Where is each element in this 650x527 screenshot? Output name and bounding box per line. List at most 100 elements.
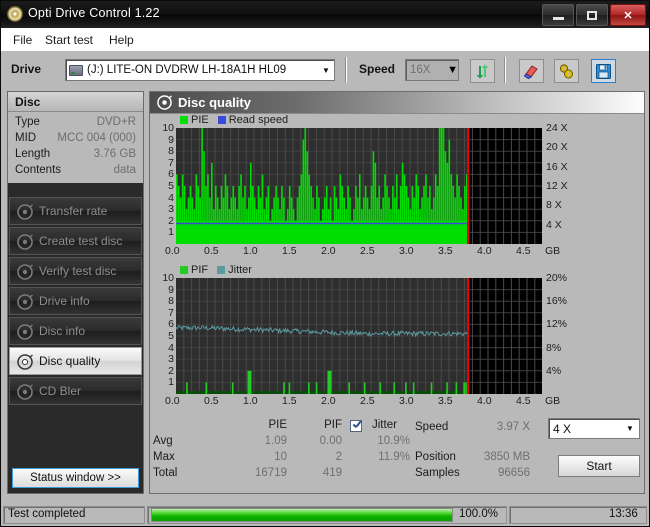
stats-speed-value: 3.97 X xyxy=(496,421,530,433)
test-speed-select[interactable]: 4 X ▼ xyxy=(548,418,640,439)
tools-button[interactable] xyxy=(554,59,579,83)
y-tick: 6 xyxy=(168,168,174,181)
drive-select[interactable]: (J:) LITE-ON DVDRW LH-18A1H HL09 ▼ xyxy=(65,59,335,81)
y2-tick: 8% xyxy=(546,341,562,354)
menu-bar: File Start test Help xyxy=(1,28,649,52)
sidebar-item-cd-bler[interactable]: CD Bler xyxy=(9,377,142,405)
sidebar-nav: Transfer rate Create test disc Verify te… xyxy=(8,197,143,407)
disc-quality-panel: Disc quality PIE Read speed 10 9 8 7 6 5… xyxy=(149,91,645,494)
erase-button[interactable] xyxy=(519,59,544,83)
y-tick: 1 xyxy=(168,226,174,239)
y-tick: 9 xyxy=(168,283,174,296)
chart2-svg xyxy=(176,278,542,394)
stats-row-label-max: Max xyxy=(153,451,175,463)
y-tick: 2 xyxy=(168,364,174,377)
y2-tick: 16 X xyxy=(546,160,568,173)
x-tick: 1.0 xyxy=(243,395,258,407)
maximize-button[interactable] xyxy=(576,4,608,26)
minimize-icon xyxy=(552,16,564,20)
y2-tick: 20% xyxy=(546,272,568,284)
disc-info-key: Type xyxy=(15,116,40,128)
status-window-button[interactable]: Status window >> xyxy=(12,468,139,488)
start-button[interactable]: Start xyxy=(558,455,640,477)
jitter-checkbox[interactable] xyxy=(350,420,362,432)
sidebar-item-disc-info[interactable]: Disc info xyxy=(9,317,142,345)
disc-icon xyxy=(7,6,23,22)
speed-select-value: 16X xyxy=(410,64,431,76)
progress-percent: 100.0% xyxy=(459,508,499,520)
window-controls: ✕ xyxy=(542,4,646,26)
x-tick: 3.0 xyxy=(399,395,414,407)
stats-speed-label: Speed xyxy=(415,421,449,433)
chart2-plot-area[interactable] xyxy=(176,278,542,394)
sidebar-item-transfer-rate[interactable]: Transfer rate xyxy=(9,197,142,225)
disc-info-row-length: Length 3.76 GB xyxy=(8,147,143,163)
disc-icon xyxy=(17,294,33,310)
stats-jitter-max: 11.9% xyxy=(378,451,410,463)
legend-swatch-pif xyxy=(180,266,188,274)
toolbar: Drive (J:) LITE-ON DVDRW LH-18A1H HL09 ▼… xyxy=(1,51,649,89)
y2-tick: 4 X xyxy=(546,218,562,231)
speed-select[interactable]: 16X ▼ xyxy=(405,59,459,81)
chart2-y2-axis: 20% 16% 12% 8% 4% xyxy=(546,273,586,396)
x-tick: 0.5 xyxy=(204,395,219,407)
floppy-save-icon xyxy=(596,63,611,79)
app-window: Opti Drive Control 1.22 ✕ File Start tes… xyxy=(0,0,650,527)
y2-tick: 24 X xyxy=(546,122,568,134)
stats-samples-label: Samples xyxy=(415,467,460,479)
x-tick: 3.0 xyxy=(399,245,414,257)
drive-select-value: (J:) LITE-ON DVDRW LH-18A1H HL09 xyxy=(87,64,287,76)
y2-tick: 16% xyxy=(546,295,568,308)
legend-label-jitter: Jitter xyxy=(228,264,252,276)
y-tick: 10 xyxy=(162,122,174,134)
x-tick: 1.5 xyxy=(282,395,297,407)
toolbar-separator-2 xyxy=(504,57,506,83)
y-tick: 3 xyxy=(168,203,174,216)
disc-icon xyxy=(17,234,33,250)
disc-icon xyxy=(157,95,172,110)
menu-start-test[interactable]: Start test xyxy=(41,32,97,48)
menu-file[interactable]: File xyxy=(9,32,36,48)
sidebar-item-disc-quality[interactable]: Disc quality xyxy=(9,347,142,375)
disc-info-list: Type DVD+R MID MCC 004 (000) Length 3.76… xyxy=(8,112,143,183)
status-bar: Test completed 100.0% 13:36 xyxy=(1,504,649,526)
disc-icon xyxy=(17,204,33,220)
disc-section-title: Disc xyxy=(15,95,41,109)
disc-icon xyxy=(17,324,33,340)
save-button[interactable] xyxy=(591,59,616,83)
legend-label-pif: PIF xyxy=(191,264,209,276)
x-tick: 0.0 xyxy=(165,395,180,407)
sidebar-item-label: Disc quality xyxy=(39,354,101,368)
y-tick: 8 xyxy=(168,295,174,308)
stats-pie-total: 16719 xyxy=(255,467,287,479)
disc-info-value: MCC 004 (000) xyxy=(57,132,136,144)
title-bar: Opti Drive Control 1.22 ✕ xyxy=(1,1,649,29)
menu-help[interactable]: Help xyxy=(105,32,138,48)
close-button[interactable]: ✕ xyxy=(610,4,646,26)
y-tick: 6 xyxy=(168,318,174,331)
stats-row-label-total: Total xyxy=(153,467,178,479)
chart1-plot-area[interactable] xyxy=(176,128,542,244)
x-tick: 1.0 xyxy=(243,245,258,257)
sidebar-item-verify-test-disc[interactable]: Verify test disc xyxy=(9,257,142,285)
sidebar-item-label: Create test disc xyxy=(39,234,123,248)
minimize-button[interactable] xyxy=(542,4,574,26)
stats-pif-max: 2 xyxy=(335,451,342,463)
page-title: Disc quality xyxy=(178,95,251,110)
progress-bar xyxy=(151,508,453,522)
disc-info-value: 3.76 GB xyxy=(93,148,136,160)
sidebar-item-drive-info[interactable]: Drive info xyxy=(9,287,142,315)
sidebar-item-label: CD Bler xyxy=(39,384,82,398)
refresh-button[interactable] xyxy=(470,59,495,83)
pif-jitter-chart: PIF Jitter 10 9 8 7 6 5 4 3 2 1 20% 16% … xyxy=(150,264,644,409)
speed-label: Speed xyxy=(359,62,396,76)
disc-icon xyxy=(17,384,33,400)
chart2-legend: PIF Jitter xyxy=(180,264,252,276)
maximize-icon xyxy=(587,10,597,20)
sidebar-item-create-test-disc[interactable]: Create test disc xyxy=(9,227,142,255)
x-tick: 3.5 xyxy=(438,245,453,257)
stats-position-value: 3850 MB xyxy=(483,451,530,463)
y-tick: 3 xyxy=(168,353,174,366)
stats-pif-total: 419 xyxy=(322,467,342,479)
disc-info-value: DVD+R xyxy=(96,116,136,128)
